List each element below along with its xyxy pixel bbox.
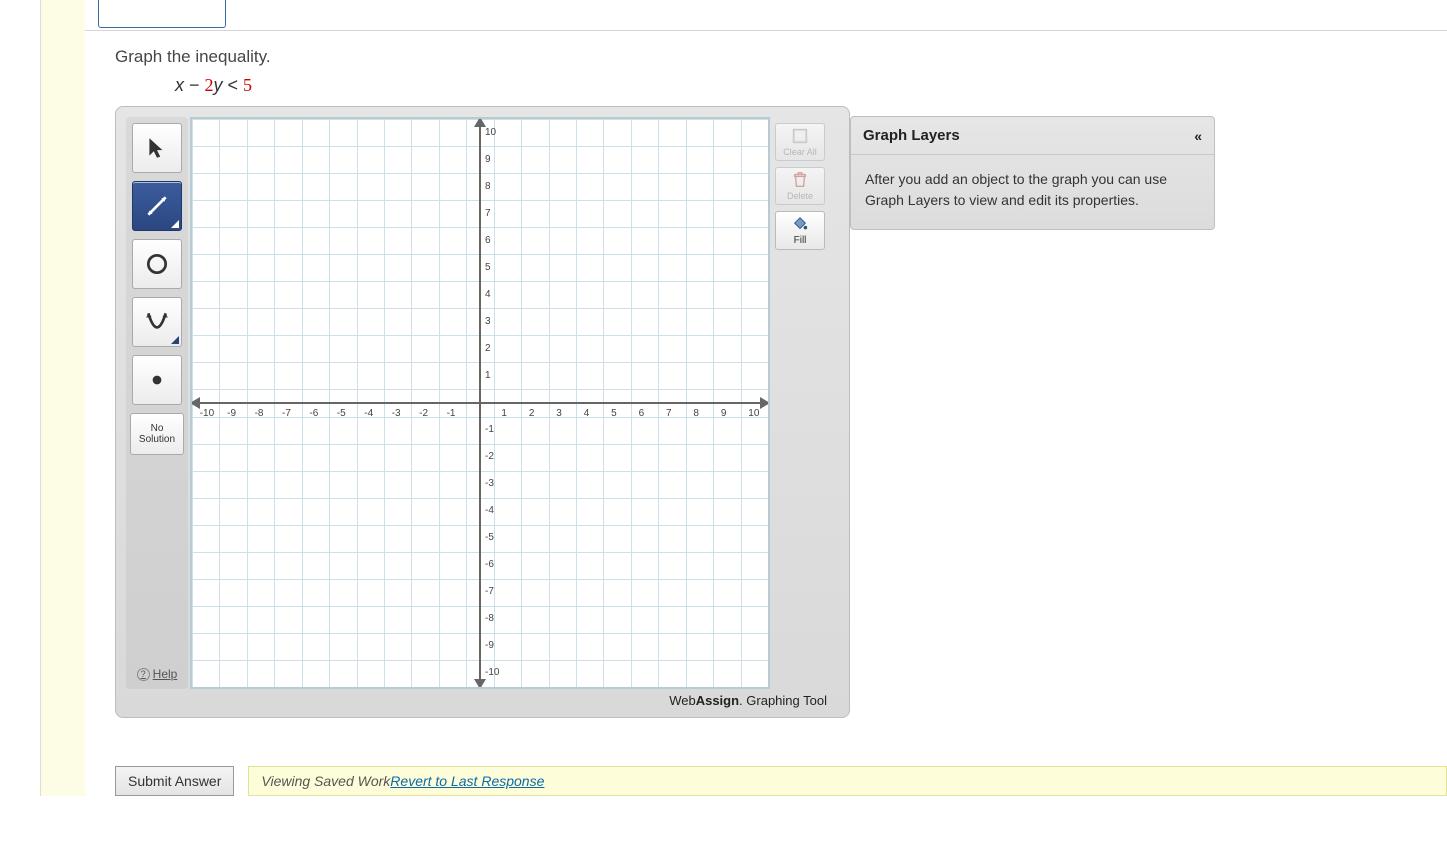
delete-button[interactable]: Delete bbox=[775, 167, 825, 205]
y-tick-label: -2 bbox=[485, 451, 494, 462]
active-tab-stub[interactable] bbox=[98, 0, 226, 28]
inequality-formula: x − 2y < 5 bbox=[175, 75, 1447, 96]
circle-tool-button[interactable] bbox=[132, 239, 182, 289]
collapse-icon[interactable]: « bbox=[1194, 128, 1202, 144]
axis-arrow bbox=[474, 679, 486, 689]
y-tick-label: 6 bbox=[485, 235, 491, 246]
layers-title: Graph Layers bbox=[863, 127, 960, 144]
x-tick-label: 3 bbox=[556, 408, 562, 419]
y-tick-label: 10 bbox=[485, 127, 496, 138]
grid-line-h bbox=[192, 687, 768, 688]
saved-work-strip: Viewing Saved Work Revert to Last Respon… bbox=[248, 766, 1447, 796]
x-tick-label: -9 bbox=[227, 408, 236, 419]
delete-label: Delete bbox=[787, 191, 813, 201]
parabola-icon bbox=[144, 309, 170, 335]
y-tick-label: -7 bbox=[485, 586, 494, 597]
y-tick-label: 9 bbox=[485, 154, 491, 165]
point-icon bbox=[144, 367, 170, 393]
line-tool-button[interactable] bbox=[132, 181, 182, 231]
x-tick-label: 4 bbox=[584, 408, 590, 419]
x-tick-label: 5 bbox=[611, 408, 617, 419]
x-tick-label: 2 bbox=[529, 408, 535, 419]
help-label: Help bbox=[153, 667, 178, 681]
pointer-icon bbox=[144, 135, 170, 161]
y-tick-label: -3 bbox=[485, 478, 494, 489]
x-tick-label: 9 bbox=[721, 408, 727, 419]
x-tick-label: 6 bbox=[639, 408, 645, 419]
y-tick-label: 8 bbox=[485, 181, 491, 192]
y-tick-label: 7 bbox=[485, 208, 491, 219]
y-tick-label: -1 bbox=[485, 424, 494, 435]
point-tool-button[interactable] bbox=[132, 355, 182, 405]
x-tick-label: 7 bbox=[666, 408, 672, 419]
revert-link[interactable]: Revert to Last Response bbox=[390, 773, 544, 789]
axis-arrow bbox=[760, 397, 770, 409]
question-marker-bar bbox=[40, 0, 85, 796]
y-tick-label: -4 bbox=[485, 505, 494, 516]
x-tick-label: -4 bbox=[364, 408, 373, 419]
no-solution-label-1: No bbox=[139, 423, 175, 434]
graphing-tool-widget: No Solution ? Help -10-9-8-7-6-5-4-3-2-1… bbox=[115, 106, 850, 718]
formula-x: x bbox=[175, 75, 184, 95]
tool-palette: No Solution ? Help bbox=[126, 117, 188, 689]
brand-tool: Graphing Tool bbox=[743, 693, 827, 708]
axis-arrow bbox=[190, 397, 200, 409]
y-tick-label: -6 bbox=[485, 559, 494, 570]
fill-label: Fill bbox=[794, 235, 807, 246]
help-link[interactable]: ? Help bbox=[137, 667, 178, 681]
fill-icon bbox=[791, 215, 809, 233]
no-solution-label-2: Solution bbox=[139, 434, 175, 445]
x-tick-label: -1 bbox=[447, 408, 456, 419]
y-tick-label: 3 bbox=[485, 316, 491, 327]
y-tick-label: -8 bbox=[485, 613, 494, 624]
x-tick-label: -7 bbox=[282, 408, 291, 419]
graph-layers-panel: Graph Layers « After you add an object t… bbox=[850, 116, 1215, 230]
formula-lt: < bbox=[223, 75, 244, 95]
formula-minus: − bbox=[184, 75, 205, 95]
widget-brand: WebAssign. Graphing Tool bbox=[126, 693, 839, 708]
x-tick-label: -8 bbox=[255, 408, 264, 419]
y-axis bbox=[479, 119, 481, 687]
circle-icon bbox=[144, 251, 170, 277]
help-icon: ? bbox=[137, 668, 150, 681]
y-tick-label: 2 bbox=[485, 343, 491, 354]
y-tick-label: 1 bbox=[485, 370, 491, 381]
y-tick-label: -10 bbox=[485, 667, 499, 678]
fill-button[interactable]: Fill bbox=[775, 211, 825, 250]
y-tick-label: 5 bbox=[485, 262, 491, 273]
x-tick-label: -2 bbox=[419, 408, 428, 419]
y-tick-label: -9 bbox=[485, 640, 494, 651]
x-tick-label: 10 bbox=[748, 408, 759, 419]
grid-line-v bbox=[768, 119, 769, 687]
axis-arrow bbox=[474, 117, 486, 127]
parabola-tool-button[interactable] bbox=[132, 297, 182, 347]
clear-all-button[interactable]: Clear All bbox=[775, 123, 825, 161]
brand-web: Web bbox=[669, 693, 696, 708]
formula-y: y bbox=[214, 75, 223, 95]
formula-5: 5 bbox=[243, 75, 252, 95]
x-tick-label: -3 bbox=[392, 408, 401, 419]
brand-assign: Assign bbox=[696, 693, 739, 708]
graph-canvas[interactable]: -10 -9 -8 -7 -6 -5 -4 -3 -2 -1 1 2 3 4 5 6 7 8 9 10 10 9 8 7 6 5 4… bbox=[190, 117, 770, 689]
x-tick-label: -6 bbox=[309, 408, 318, 419]
y-tick-label: -5 bbox=[485, 532, 494, 543]
pointer-tool-button[interactable] bbox=[132, 123, 182, 173]
layers-body-text: After you add an object to the graph you… bbox=[851, 155, 1214, 229]
line-icon bbox=[144, 193, 170, 219]
x-tick-label: -10 bbox=[200, 408, 214, 419]
y-tick-label: 4 bbox=[485, 289, 491, 300]
clear-all-label: Clear All bbox=[783, 147, 817, 157]
question-prompt: Graph the inequality. bbox=[115, 47, 1447, 67]
clear-icon bbox=[791, 127, 809, 145]
viewing-label: Viewing Saved Work bbox=[261, 773, 390, 789]
no-solution-button[interactable]: No Solution bbox=[130, 413, 184, 455]
trash-icon bbox=[791, 171, 809, 189]
x-tick-label: 1 bbox=[501, 408, 507, 419]
x-tick-label: -5 bbox=[337, 408, 346, 419]
action-palette: Clear All Delete Fill bbox=[770, 117, 830, 689]
submit-answer-button[interactable]: Submit Answer bbox=[115, 766, 234, 796]
formula-coef2: 2 bbox=[205, 75, 214, 95]
x-tick-label: 8 bbox=[693, 408, 699, 419]
